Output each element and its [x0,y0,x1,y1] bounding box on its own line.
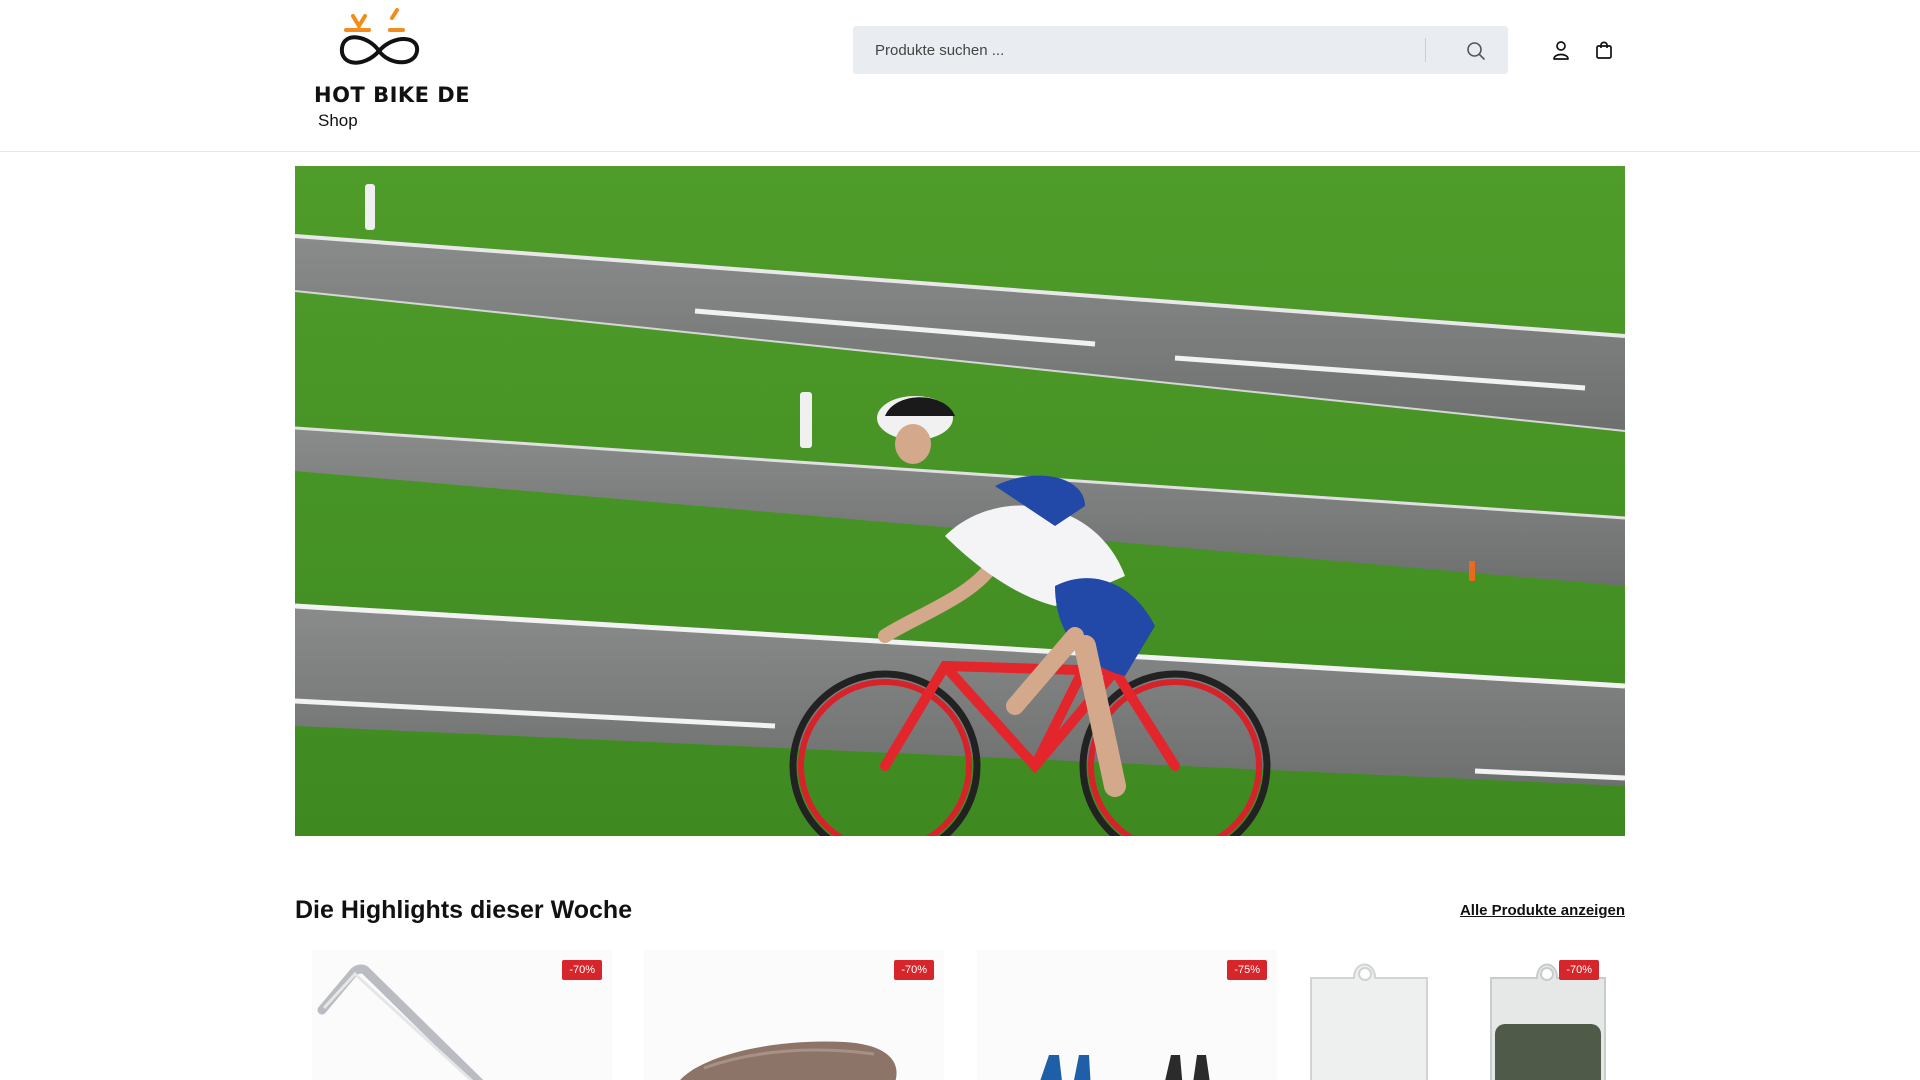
search-button[interactable] [1463,38,1489,64]
brand-name: HOT BIKE DE [314,83,471,107]
search-divider [1425,38,1426,62]
product-card[interactable]: -70% [1309,950,1609,1080]
cyclist-on-road-image [295,166,1625,836]
highlights-heading: Die Highlights dieser Woche [295,896,633,924]
discount-badge: -70% [894,960,934,980]
account-button[interactable] [1549,37,1573,63]
view-all-products-link[interactable]: Alle Produkte anzeigen [1458,902,1625,919]
user-icon [1553,41,1569,60]
nav-item-shop[interactable]: Shop [318,111,358,131]
search-bar [853,26,1508,74]
infinity-bike-logo-icon [339,8,419,65]
site-header: HOT BIKE DE Shop [0,0,1920,152]
discount-badge: -75% [1227,960,1267,980]
brand-logo[interactable]: HOT BIKE DE [312,6,470,107]
discount-badge: -70% [1559,960,1599,980]
shopping-bag-icon [1596,41,1612,59]
cart-button[interactable] [1592,37,1616,63]
product-card[interactable]: -75% [977,950,1277,1080]
product-card[interactable]: -70% [644,950,944,1080]
search-icon [1467,42,1485,60]
discount-badge: -70% [562,960,602,980]
hero-banner-image [295,166,1625,836]
product-card[interactable]: -70% [312,950,612,1080]
search-input[interactable] [853,26,1423,74]
